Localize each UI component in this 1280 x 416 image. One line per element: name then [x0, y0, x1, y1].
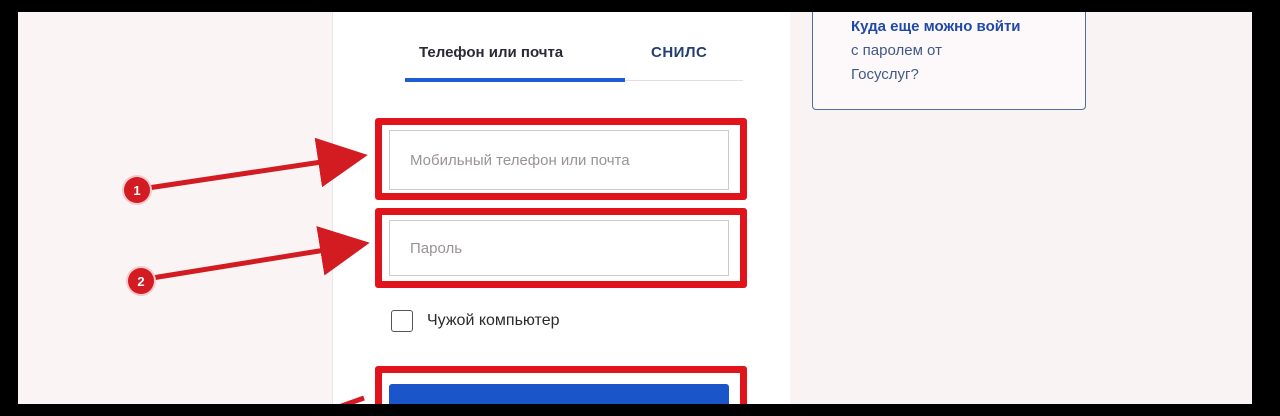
info-link-line2[interactable]: с паролем от [851, 39, 1085, 63]
tab-snils[interactable]: СНИЛС [651, 44, 707, 61]
foreign-computer-label: Чужой компьютер [427, 312, 560, 329]
active-tab-underline [405, 78, 625, 82]
login-form-panel: Телефон или почта СНИЛС Чужой компьютер [332, 12, 792, 404]
annotation-marker-1: 1 [124, 177, 150, 203]
tab-phone-or-email[interactable]: Телефон или почта [419, 44, 563, 61]
foreign-computer-checkbox[interactable] [391, 310, 413, 332]
password-input[interactable] [389, 220, 729, 276]
foreign-computer-row: Чужой компьютер [391, 308, 560, 334]
info-box: Куда еще можно войти с паролем от Госусл… [812, 12, 1086, 110]
screenshot-frame: Телефон или почта СНИЛС Чужой компьютер … [18, 12, 1252, 404]
login-input[interactable] [389, 130, 729, 190]
left-background [18, 12, 332, 404]
info-link-line3[interactable]: Госуслуг? [851, 63, 1085, 87]
info-link-line1[interactable]: Куда еще можно войти [851, 15, 1085, 39]
right-sidebar: Куда еще можно войти с паролем от Госусл… [790, 12, 1252, 404]
login-submit-button[interactable] [389, 384, 729, 404]
login-method-tabs: Телефон или почта СНИЛС [405, 32, 743, 82]
annotation-marker-2: 2 [128, 268, 154, 294]
